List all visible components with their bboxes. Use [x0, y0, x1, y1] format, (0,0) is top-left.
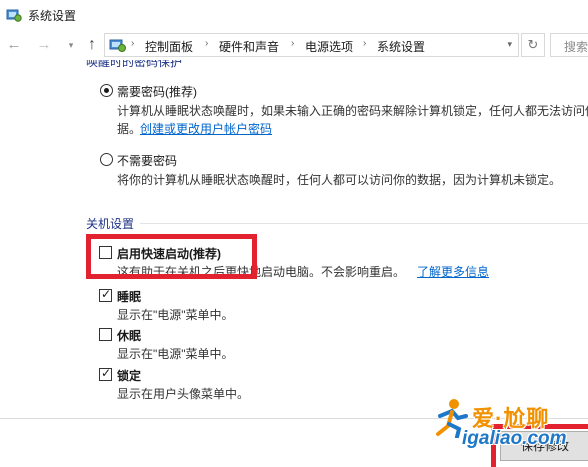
lock-label[interactable]: 锁定: [117, 367, 141, 384]
require-password-label[interactable]: 需要密码(推荐): [117, 83, 197, 100]
control-panel-icon: [6, 9, 22, 22]
recent-locations-chevron-icon[interactable]: ▾: [62, 36, 80, 54]
wake-password-heading: 唤醒时的密码保护: [86, 60, 183, 69]
checkmark-icon: ✓: [101, 287, 112, 301]
address-history-chevron-icon[interactable]: ▾: [507, 39, 512, 50]
chevron-right-icon[interactable]: ›: [363, 38, 366, 49]
learn-more-link[interactable]: 了解更多信息: [417, 263, 489, 280]
sleep-label[interactable]: 睡眠: [117, 288, 141, 305]
lock-checkbox[interactable]: ✓: [99, 366, 112, 381]
title-bar: 系统设置: [0, 0, 588, 30]
require-password-desc: 计算机从睡眠状态唤醒时，如果未输入正确的密码来解除计算机锁定，任何人都无法访问你…: [117, 104, 588, 118]
chevron-right-icon[interactable]: ›: [291, 38, 294, 49]
lock-desc: 显示在用户头像菜单中。: [117, 387, 250, 401]
group-divider: [140, 223, 588, 224]
back-arrow-icon[interactable]: ←: [5, 36, 23, 54]
no-password-desc: 将你的计算机从睡眠状态唤醒时，任何人都可以访问你的数据，因为计算机未锁定。: [117, 173, 562, 187]
no-password-label[interactable]: 不需要密码: [117, 152, 177, 169]
search-placeholder: 搜索: [564, 40, 588, 54]
fast-startup-highlight: [86, 234, 257, 279]
breadcrumb-hardware-sound[interactable]: 硬件和声音: [219, 38, 279, 55]
hibernate-label[interactable]: 休眠: [117, 327, 141, 344]
up-arrow-icon[interactable]: ↑: [83, 36, 101, 54]
refresh-icon[interactable]: ↻: [521, 33, 545, 57]
change-password-link[interactable]: 创建或更改用户帐户密码: [140, 120, 272, 137]
sleep-checkbox[interactable]: ✓: [99, 287, 112, 302]
chevron-right-icon[interactable]: ›: [131, 38, 134, 49]
address-bar[interactable]: › 控制面板 › 硬件和声音 › 电源选项 › 系统设置 ▾: [104, 33, 519, 57]
checkmark-icon: ✓: [101, 366, 112, 380]
breadcrumb-control-panel[interactable]: 控制面板: [145, 38, 193, 55]
breadcrumb-power-options[interactable]: 电源选项: [305, 38, 353, 55]
navigation-bar: ← → ▾ ↑ › 控制面板 › 硬件和声音 › 电源选项 › 系统设置 ▾ ↻…: [0, 30, 588, 60]
no-password-radio[interactable]: [100, 153, 113, 166]
control-panel-icon: [109, 39, 126, 52]
chevron-right-icon[interactable]: ›: [205, 38, 208, 49]
watermark-url: igaliao.com: [462, 428, 567, 449]
require-password-desc-cont: 据。: [117, 122, 142, 136]
hibernate-desc: 显示在"电源"菜单中。: [117, 347, 234, 361]
window-title: 系统设置: [28, 9, 77, 23]
require-password-radio[interactable]: [100, 84, 113, 97]
forward-arrow-icon[interactable]: →: [35, 36, 53, 54]
breadcrumb-system-settings[interactable]: 系统设置: [377, 38, 425, 55]
search-input[interactable]: 搜索: [550, 33, 588, 57]
hibernate-checkbox[interactable]: [99, 328, 112, 341]
shutdown-settings-title: 关机设置: [86, 217, 135, 231]
sleep-desc: 显示在"电源"菜单中。: [117, 308, 234, 322]
